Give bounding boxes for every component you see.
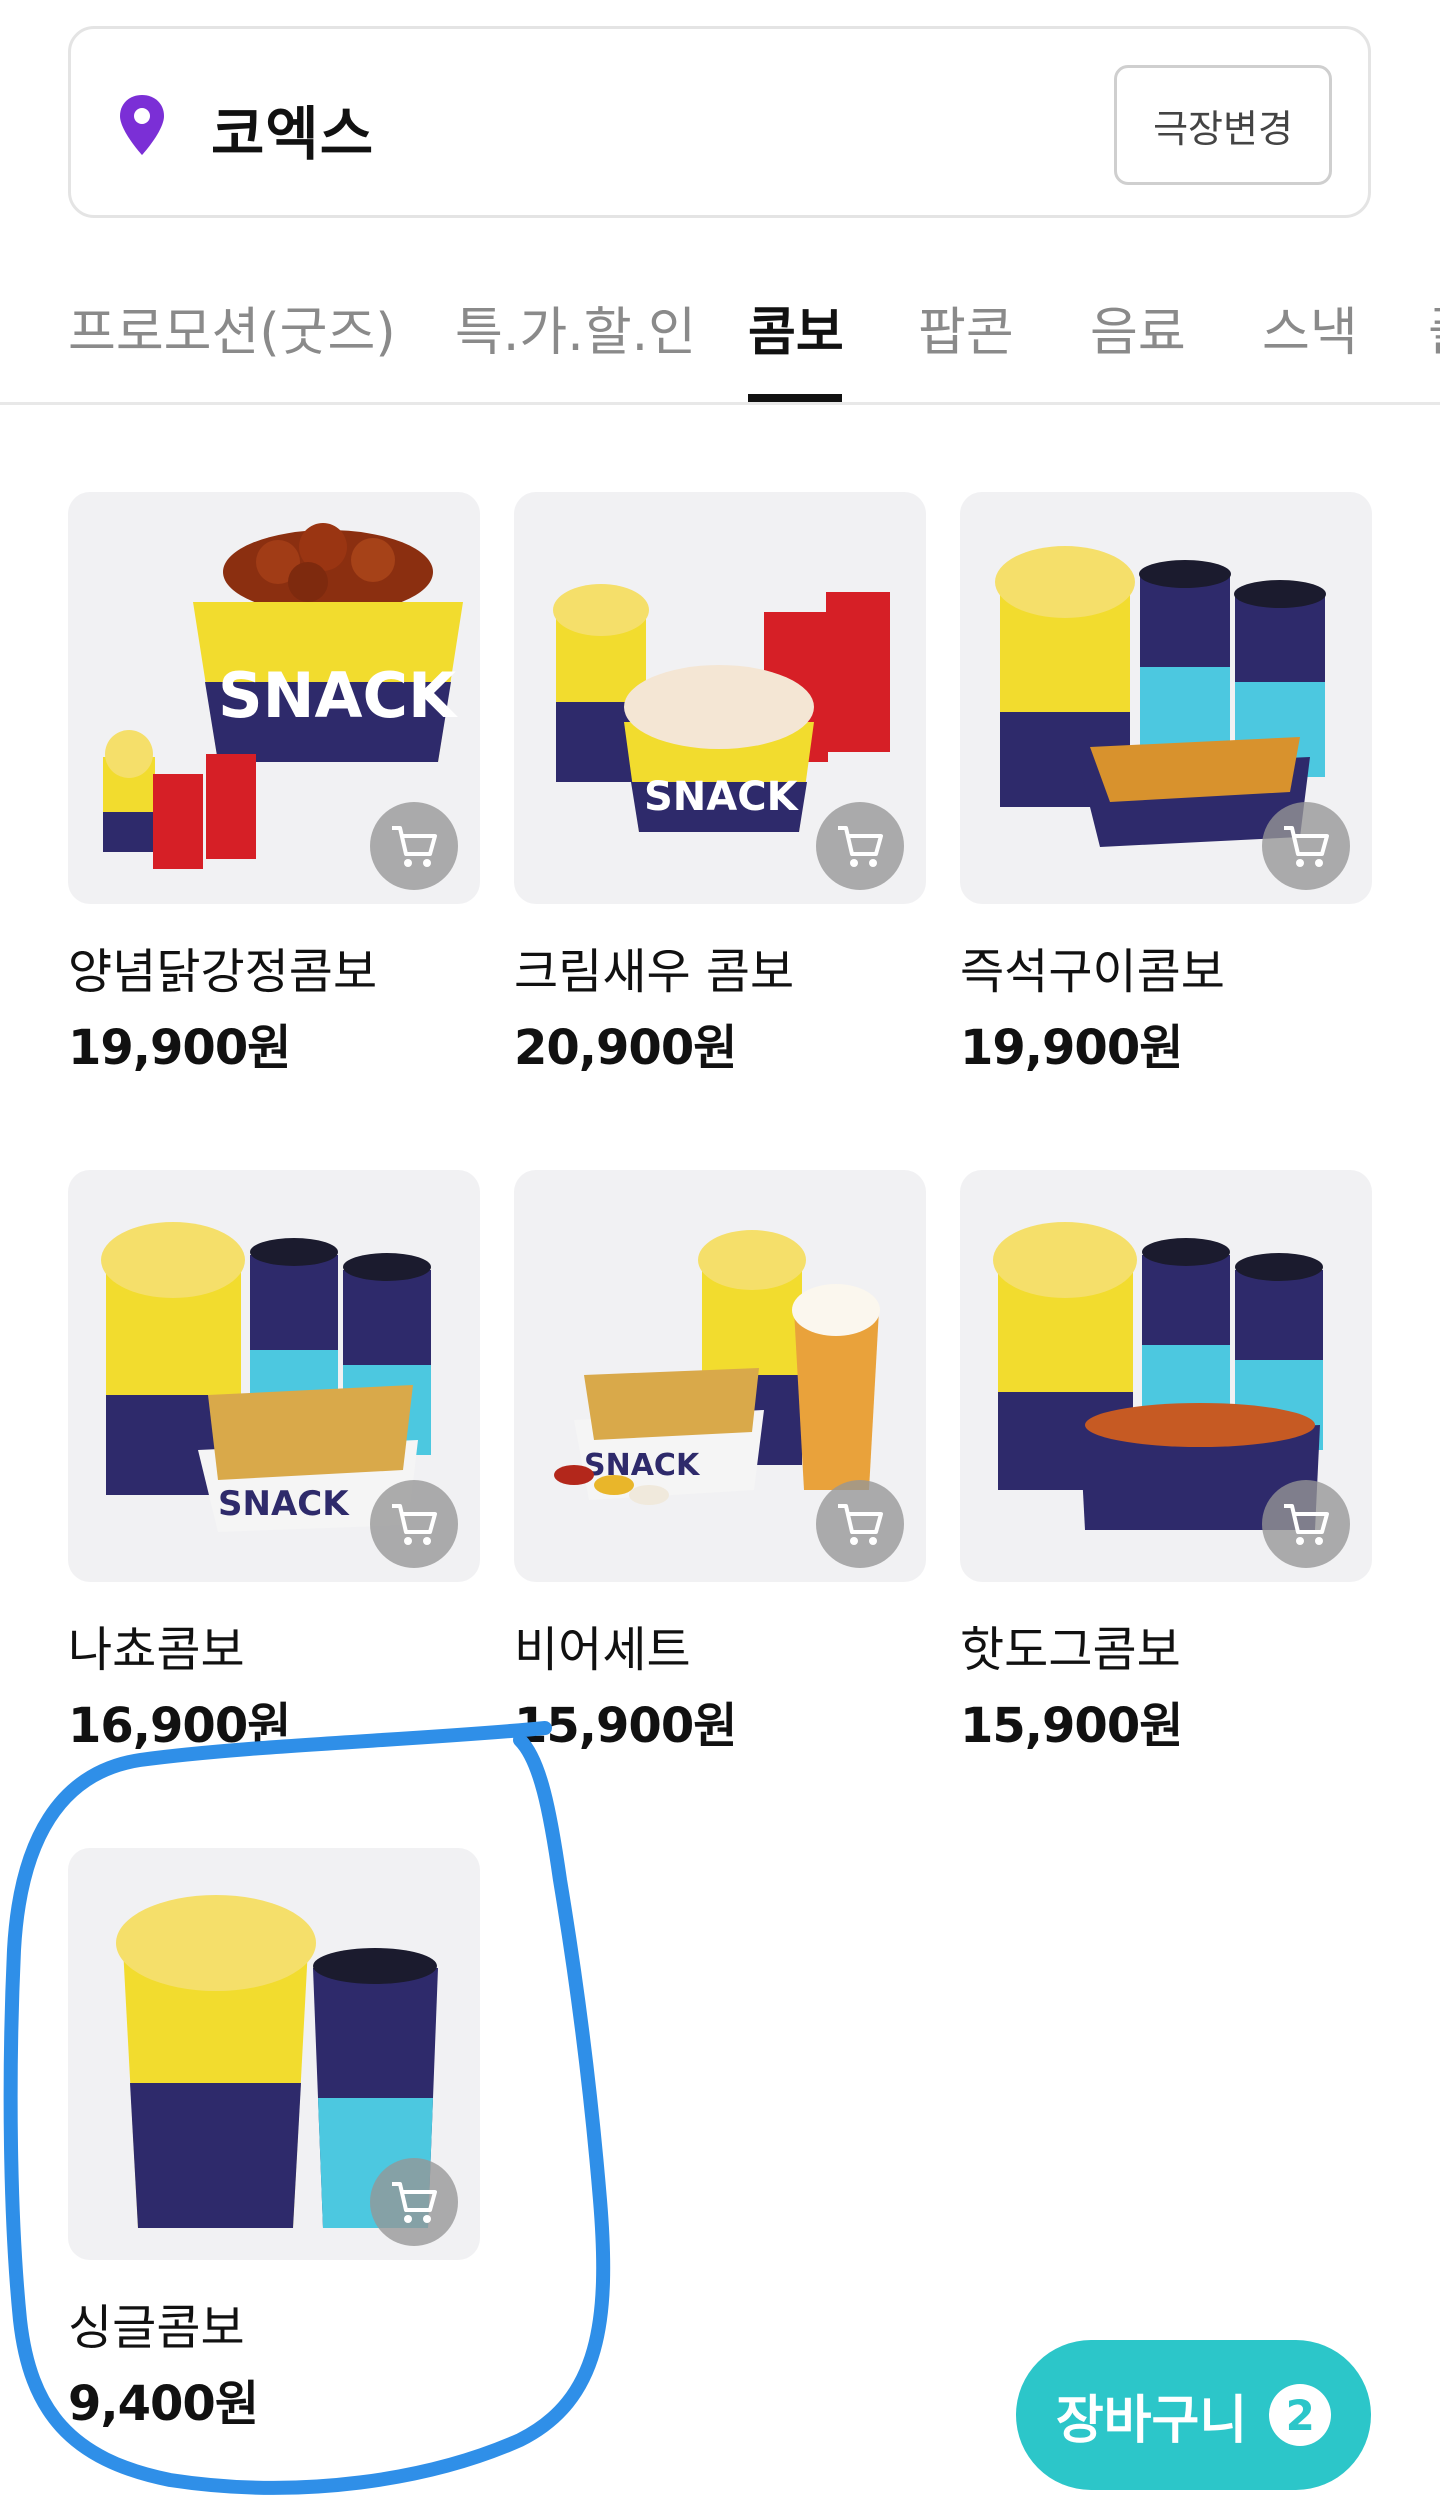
add-to-cart-button[interactable] xyxy=(370,802,458,890)
product-name: 양념닭강정콤보 xyxy=(68,944,378,1000)
product-price: 9,400원 xyxy=(68,2376,259,2432)
product-name: 비어세트 xyxy=(514,1622,691,1678)
cart-icon xyxy=(1284,826,1329,867)
change-theater-button[interactable]: 극장변경 xyxy=(1114,65,1332,185)
tab-snacks[interactable]: 스낵 xyxy=(1262,290,1358,365)
product-card-nacho-combo[interactable]: SNACK 나쵸콤보 16,900원 xyxy=(68,1170,480,1756)
product-name: 핫도그콤보 xyxy=(960,1622,1181,1678)
grilled-snack-combo-image[interactable] xyxy=(960,492,1372,904)
cream-shrimp-combo-image[interactable]: SNACK xyxy=(514,492,926,904)
product-price: 19,900원 xyxy=(68,1020,291,1076)
product-price: 16,900원 xyxy=(68,1698,291,1754)
add-to-cart-button[interactable] xyxy=(1262,1480,1350,1568)
nacho-combo-image[interactable]: SNACK xyxy=(68,1170,480,1582)
product-card-grilled-snack-combo[interactable]: 즉석구이콤보 19,900원 xyxy=(960,492,1372,1078)
product-card-chicken-combo[interactable]: SNACK 양념닭강정콤보 19,900원 xyxy=(68,492,480,1078)
tab-special-discount[interactable]: 특.가.할.인 xyxy=(455,290,696,365)
tab-popcorn[interactable]: 팝콘 xyxy=(918,290,1014,365)
product-name: 싱글콤보 xyxy=(68,2300,245,2356)
product-price: 15,900원 xyxy=(514,1698,737,1754)
location-pin-icon xyxy=(120,95,164,155)
single-combo-image[interactable] xyxy=(68,1848,480,2260)
svg-text:SNACK: SNACK xyxy=(644,774,800,820)
add-to-cart-button[interactable] xyxy=(816,802,904,890)
product-card-hotdog-combo[interactable]: 핫도그콤보 15,900원 xyxy=(960,1170,1372,1756)
add-to-cart-button[interactable] xyxy=(370,2158,458,2246)
product-name: 즉석구이콤보 xyxy=(960,944,1225,1000)
cart-icon xyxy=(1284,1504,1329,1545)
cart-label: 장바구니 xyxy=(1055,2390,1248,2451)
cart-icon xyxy=(392,826,437,867)
cart-icon xyxy=(392,1504,437,1545)
svg-text:SNACK: SNACK xyxy=(218,659,458,732)
tab-drinks[interactable]: 음료 xyxy=(1090,290,1186,365)
theater-name: 코엑스 xyxy=(211,100,375,168)
product-price: 15,900원 xyxy=(960,1698,1183,1754)
tab-promotion[interactable]: 프로모션(굿즈) xyxy=(68,290,396,365)
cart-icon xyxy=(838,1504,883,1545)
product-price: 20,900원 xyxy=(514,1020,737,1076)
add-to-cart-button[interactable] xyxy=(1262,802,1350,890)
product-price: 19,900원 xyxy=(960,1020,1183,1076)
cart-button[interactable]: 장바구니 2 xyxy=(1016,2340,1371,2490)
product-card-single-combo[interactable]: 싱글콤보 9,400원 xyxy=(68,1848,480,2434)
chicken-combo-image[interactable]: SNACK xyxy=(68,492,480,904)
beer-set-image[interactable]: SNACK xyxy=(514,1170,926,1582)
product-name: 나쵸콤보 xyxy=(68,1622,245,1678)
category-tabs: 프로모션(굿즈) 특.가.할.인 콤보 팝콘 음료 스낵 플 xyxy=(0,270,1440,406)
tab-more[interactable]: 플 xyxy=(1428,290,1440,365)
location-bar: 코엑스 극장변경 xyxy=(68,26,1371,218)
product-card-cream-shrimp-combo[interactable]: SNACK 크림새우 콤보 20,900원 xyxy=(514,492,926,1078)
add-to-cart-button[interactable] xyxy=(370,1480,458,1568)
active-tab-indicator xyxy=(748,394,842,402)
cart-icon xyxy=(838,826,883,867)
cart-count-badge: 2 xyxy=(1269,2384,1332,2446)
tabs-divider xyxy=(0,402,1440,405)
cart-icon xyxy=(392,2182,437,2223)
tab-combo[interactable]: 콤보 xyxy=(748,290,844,365)
hotdog-combo-image[interactable] xyxy=(960,1170,1372,1582)
add-to-cart-button[interactable] xyxy=(816,1480,904,1568)
svg-text:SNACK: SNACK xyxy=(218,1484,350,1524)
product-card-beer-set[interactable]: SNACK 비어세트 15,900원 xyxy=(514,1170,926,1756)
product-name: 크림새우 콤보 xyxy=(514,944,795,1000)
